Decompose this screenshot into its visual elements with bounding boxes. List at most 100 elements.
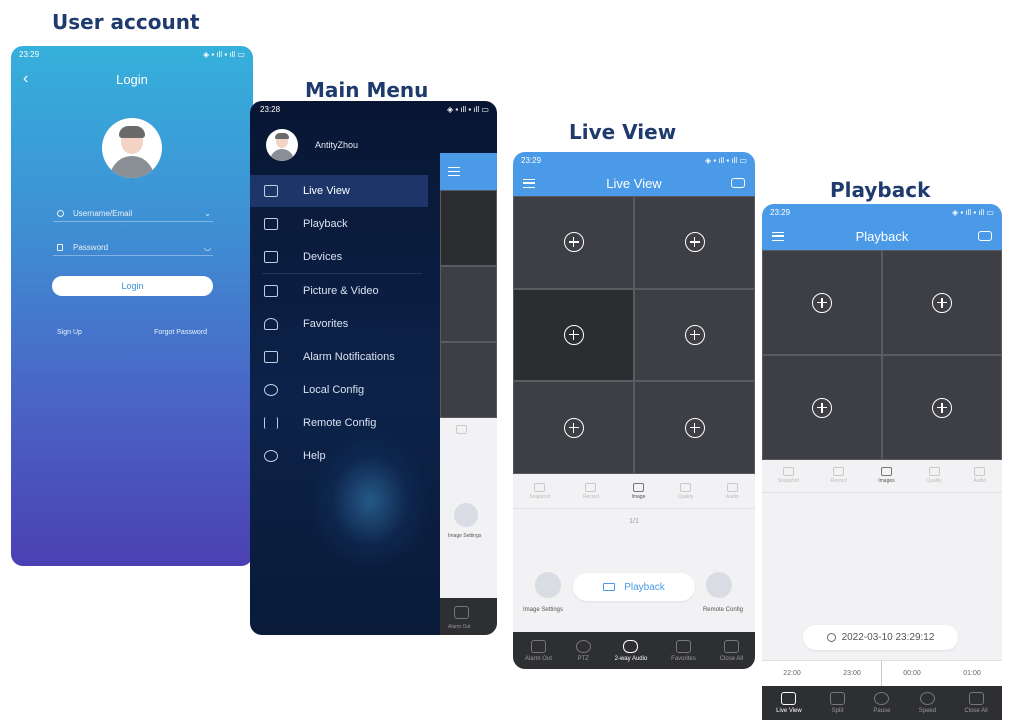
sign-up-link[interactable]: Sign Up	[57, 329, 82, 336]
login-button-label: Login	[121, 281, 144, 291]
speaker-icon	[726, 482, 738, 492]
add-camera-icon[interactable]	[563, 232, 584, 253]
microphone-off-icon	[623, 639, 639, 653]
menu-icon[interactable]	[448, 167, 460, 176]
menu-item-alarm-notifications[interactable]: Alarm Notifications	[250, 341, 428, 373]
add-camera-icon[interactable]	[684, 417, 705, 438]
tool-audio[interactable]: Audio	[973, 466, 987, 484]
status-icons: ◈ ▪ ıll ▪ ıll ▭	[951, 207, 994, 217]
video-cell[interactable]	[634, 196, 755, 289]
menu-item-favorites[interactable]: Favorites	[250, 308, 428, 340]
pause-button[interactable]: Pause	[873, 692, 890, 714]
menu-item-devices[interactable]: Devices	[250, 241, 428, 273]
video-cell[interactable]	[513, 381, 634, 474]
favorites-button[interactable]: Favorites	[671, 639, 696, 662]
tool-quality[interactable]: Quality	[677, 482, 694, 500]
remote-config-button[interactable]	[706, 572, 732, 598]
menu-icon[interactable]	[772, 231, 784, 241]
chevron-down-icon[interactable]: ⌄	[204, 209, 211, 218]
login-title: Login	[116, 71, 148, 87]
live-divider	[513, 508, 755, 509]
alarm-out-button[interactable]: Alarm Out	[525, 639, 552, 662]
tool-audio[interactable]: Audio	[726, 482, 739, 500]
video-cell[interactable]	[882, 355, 1002, 460]
live-toolbar: Snapshot Record Image Quality Audio	[513, 476, 755, 506]
add-camera-icon[interactable]	[684, 324, 705, 345]
image-settings-peek[interactable]	[454, 503, 478, 527]
login-button[interactable]: Login	[52, 276, 213, 296]
menu-user-row[interactable]: AntityZhou	[266, 129, 358, 161]
add-camera-icon[interactable]	[563, 324, 584, 345]
tool-image[interactable]: Image	[631, 482, 645, 500]
pause-icon	[874, 692, 890, 705]
tool-snapshot[interactable]: Snapshot	[778, 466, 799, 484]
add-camera-icon[interactable]	[812, 292, 832, 313]
alarm-out-icon[interactable]	[454, 606, 469, 619]
menu-item-playback[interactable]: Playback	[250, 208, 428, 240]
main-menu-screen: 23:28 ◈ ▪ ıll ▪ ıll ▭ AntityZhou Live Vi…	[250, 101, 497, 635]
video-cell[interactable]	[882, 250, 1002, 355]
forgot-password-link[interactable]: Forgot Password	[154, 329, 207, 336]
video-cell[interactable]	[634, 288, 755, 382]
image-settings-button[interactable]	[535, 572, 561, 598]
avatar[interactable]	[102, 118, 162, 178]
switch-view-icon[interactable]	[731, 178, 745, 188]
datetime-picker[interactable]: 2022-03-10 23:29:12	[803, 625, 958, 650]
playback-appbar: Playback	[762, 225, 1002, 247]
tool-label: Quality	[677, 493, 694, 500]
camera-icon	[264, 251, 278, 263]
back-icon[interactable]: ‹	[23, 70, 28, 88]
password-field[interactable]: Password ◡	[53, 240, 213, 256]
menu-item-help[interactable]: Help	[250, 440, 428, 472]
lock-icon	[57, 244, 63, 251]
peek-cell[interactable]	[440, 342, 497, 418]
tool-record[interactable]: Record	[831, 466, 847, 484]
tool-images[interactable]: Images	[878, 466, 895, 484]
username-field[interactable]: Username/Email ⌄	[53, 206, 213, 222]
ptz-button[interactable]: PTZ	[575, 639, 591, 662]
add-camera-icon[interactable]	[932, 397, 952, 418]
tool-label: Audio	[973, 477, 987, 484]
peek-cell[interactable]	[440, 266, 497, 342]
video-cell[interactable]	[634, 381, 755, 474]
add-camera-icon[interactable]	[812, 397, 832, 418]
playback-button[interactable]: Playback	[573, 573, 695, 601]
video-cell[interactable]	[513, 288, 634, 382]
live-header: 23:29 ◈ ▪ ıll ▪ ıll ▭ Live View	[513, 152, 755, 196]
peek-panel[interactable]: Image Settings Alarm Out	[440, 153, 497, 635]
video-cell[interactable]	[513, 196, 634, 289]
playback-bottom-bar: Live View Split Pause Speed Close All	[762, 686, 1002, 720]
menu-item-local-config[interactable]: Local Config	[250, 374, 428, 406]
timeline[interactable]: 22:00 23:00 00:00 01:00	[762, 660, 1002, 687]
menu-item-remote-config[interactable]: Remote Config	[250, 407, 428, 439]
close-all-button[interactable]: Close All	[964, 692, 988, 714]
add-camera-icon[interactable]	[932, 292, 952, 313]
menu-icon[interactable]	[523, 178, 535, 188]
tool-label: Quality	[926, 477, 942, 484]
search-icon	[826, 633, 836, 642]
quality-icon	[928, 466, 940, 476]
add-camera-icon[interactable]	[684, 232, 705, 253]
tool-snapshot[interactable]: Snapshot	[529, 482, 550, 500]
tool-record[interactable]: Record	[583, 482, 599, 500]
two-way-audio-button[interactable]: 2-way Audio	[615, 639, 647, 662]
timeline-tick: 01:00	[963, 670, 981, 677]
video-cell[interactable]	[762, 355, 882, 460]
close-all-button[interactable]: Close All	[720, 639, 743, 662]
live-view-button[interactable]: Live View	[776, 692, 802, 714]
video-cell[interactable]	[762, 250, 882, 355]
status-time: 23:29	[521, 155, 542, 165]
speed-button[interactable]: Speed	[919, 692, 936, 714]
image-settings-peek-label: Image Settings	[448, 533, 482, 539]
eye-closed-icon[interactable]: ◡	[204, 243, 211, 252]
menu-item-live-view[interactable]: Live View	[250, 175, 428, 207]
menu-item-picture-video[interactable]: Picture & Video	[250, 275, 428, 307]
split-button[interactable]: Split	[830, 692, 846, 714]
add-camera-icon[interactable]	[563, 417, 584, 438]
switch-view-icon[interactable]	[978, 231, 992, 241]
tool-quality[interactable]: Quality	[926, 466, 942, 484]
username-placeholder: Username/Email	[73, 209, 133, 218]
snapshot-icon[interactable]	[456, 424, 467, 434]
peek-cell[interactable]	[440, 190, 497, 266]
close-all-icon	[723, 639, 739, 653]
